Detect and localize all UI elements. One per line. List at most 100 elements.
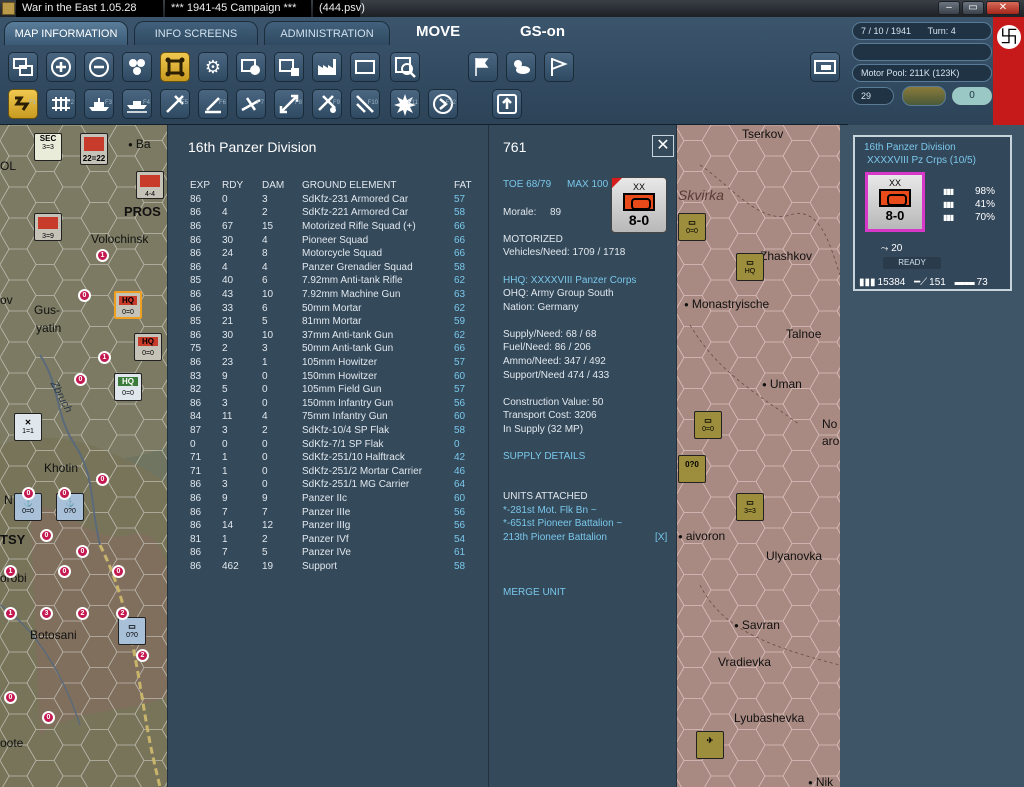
max-value: MAX 100 xyxy=(567,179,609,190)
unit-filter-button[interactable] xyxy=(236,52,266,82)
weather-icon[interactable] xyxy=(506,52,536,82)
amphibious-icon[interactable]: F4 xyxy=(122,89,152,119)
merge-unit-button[interactable]: MERGE UNIT xyxy=(503,587,566,598)
unit-bracket-button[interactable] xyxy=(160,52,190,82)
table-row[interactable]: 86 14 12 Panzer IIIg 56 xyxy=(190,519,484,533)
table-row[interactable]: 82 5 0 105mm Field Gun 57 xyxy=(190,383,484,397)
unit-counter-sec[interactable]: SEC 3=3 xyxy=(34,133,62,161)
table-row[interactable]: 86 7 7 Panzer IIIe 56 xyxy=(190,505,484,519)
gs-mode-label[interactable]: GS-on xyxy=(520,23,565,40)
air-recon-icon[interactable]: F5 xyxy=(160,89,190,119)
factory-icon[interactable] xyxy=(312,52,342,82)
supply-details-link[interactable]: SUPPLY DETAILS xyxy=(503,451,585,462)
zoom-in-button[interactable] xyxy=(46,52,76,82)
unit-counter-blue-3[interactable]: ▭ 0?0 xyxy=(118,617,146,645)
gear-icon[interactable]: ⚙ xyxy=(198,52,228,82)
flag-icon[interactable] xyxy=(544,52,574,82)
hq-counter-selected[interactable]: HQ 0=0 xyxy=(114,291,142,319)
hhq-link[interactable]: HHQ: XXXXVIII Panzer Corps xyxy=(503,275,636,286)
hq-counter[interactable]: HQ 0=0 xyxy=(134,333,162,361)
table-row[interactable]: 71 1 0 SdKfz-251/2 Mortar Carrier 46 xyxy=(190,464,484,478)
counter-outline-button[interactable] xyxy=(350,52,380,82)
minimize-button[interactable]: – xyxy=(938,1,960,15)
terrain-toggle-icon[interactable] xyxy=(902,86,946,106)
table-row[interactable]: 86 0 3 SdKfz-231 Armored Car 57 xyxy=(190,193,484,207)
upload-icon[interactable] xyxy=(492,89,522,119)
close-panel-button[interactable]: ✕ xyxy=(652,135,674,157)
ground-attack-icon[interactable]: F6 xyxy=(198,89,228,119)
bombing-icon[interactable]: F10 xyxy=(350,89,380,119)
ohq-value: OHQ: Army Group South xyxy=(503,288,614,299)
table-row[interactable]: 81 1 2 Panzer IVf 54 xyxy=(190,532,484,546)
table-row[interactable]: 86 33 6 50mm Mortar 62 xyxy=(190,301,484,315)
table-row[interactable]: 86 462 19 Support 58 xyxy=(190,560,484,574)
table-row[interactable]: 86 7 5 Panzer IVe 61 xyxy=(190,546,484,560)
naval-icon[interactable]: F3 xyxy=(84,89,114,119)
cell-rdy: 40 xyxy=(222,275,234,287)
table-row[interactable]: 86 4 2 SdKfz-221 Armored Car 58 xyxy=(190,206,484,220)
zoom-out-button[interactable] xyxy=(84,52,114,82)
unit-counter-olive-4[interactable]: ▭ 3=3 xyxy=(736,493,764,521)
unit-counter-1-1[interactable]: ✕ 1=1 xyxy=(14,413,42,441)
airfield-icon[interactable]: F7 xyxy=(236,89,266,119)
table-row[interactable]: 71 1 0 SdKfz-251/10 Halftrack 42 xyxy=(190,451,484,465)
close-window-button[interactable]: ✕ xyxy=(986,1,1020,15)
toggle-value[interactable]: 0 xyxy=(952,87,992,105)
unit-counter-olive-1[interactable]: ▭ 0=0 xyxy=(678,213,706,241)
tab-map-information[interactable]: MAP INFORMATION xyxy=(4,21,128,45)
unit-counter-22[interactable]: 22=22 xyxy=(80,133,108,165)
attached-unit-2[interactable]: *-651st Pioneer Battalion ~ xyxy=(503,518,622,529)
table-row[interactable]: 75 2 3 50mm Anti-tank Gun 66 xyxy=(190,342,484,356)
table-row[interactable]: 86 30 4 Pioneer Squad 66 xyxy=(190,233,484,247)
table-row[interactable]: 83 9 0 150mm Howitzer 60 xyxy=(190,369,484,383)
air-transfer-icon[interactable]: F8 xyxy=(274,89,304,119)
table-row[interactable]: 86 4 4 Panzer Grenadier Squad 58 xyxy=(190,261,484,275)
hq-counter-light[interactable]: HQ 0=0 xyxy=(114,373,142,401)
table-row[interactable]: 86 24 8 Motorcycle Squad 66 xyxy=(190,247,484,261)
unit-counter-3-9[interactable]: 3=9 xyxy=(34,213,62,241)
table-row[interactable]: 86 23 1 105mm Howitzer 57 xyxy=(190,356,484,370)
paradrop-icon[interactable]: F9 xyxy=(312,89,342,119)
rail-icon[interactable]: F2 xyxy=(46,89,76,119)
unit-card-counter[interactable]: XX 8-0 xyxy=(865,172,925,232)
hq-counter-olive[interactable]: 0?0 xyxy=(678,455,706,483)
explosion-icon[interactable]: F11 xyxy=(390,89,420,119)
cell-rdy: 0 xyxy=(222,438,228,450)
display-icon[interactable] xyxy=(810,52,840,82)
detach-button[interactable]: [X] xyxy=(655,532,667,543)
table-row[interactable]: 85 40 6 7.92mm Anti-tank Rifle 62 xyxy=(190,274,484,288)
next-unit-icon[interactable]: F12 xyxy=(428,89,458,119)
maximize-button[interactable]: ▭ xyxy=(962,1,984,15)
cell-rdy: 3 xyxy=(222,424,228,436)
hex-grid-button[interactable] xyxy=(122,52,152,82)
cell-fat: 57 xyxy=(454,193,466,205)
table-row[interactable]: 86 67 15 Motorized Rifle Squad (+) 66 xyxy=(190,220,484,234)
cell-ground-element: SdKfz-251/1 MG Carrier xyxy=(302,479,410,491)
division-counter[interactable]: XX 8-0 xyxy=(611,177,667,233)
table-row[interactable]: 86 3 0 SdKfz-251/1 MG Carrier 64 xyxy=(190,478,484,492)
move-mode-label[interactable]: MOVE xyxy=(416,23,460,40)
unit-counter-4-4[interactable]: 4-4 xyxy=(136,171,164,199)
table-row[interactable]: 86 43 10 7.92mm Machine Gun 63 xyxy=(190,288,484,302)
table-row[interactable]: 84 11 4 75mm Infantry Gun 60 xyxy=(190,410,484,424)
flag-arrow-icon[interactable] xyxy=(468,52,498,82)
hq-filter-button[interactable] xyxy=(274,52,304,82)
tab-info-screens[interactable]: INFO SCREENS xyxy=(134,21,258,45)
unit-counter-olive-3[interactable]: ▭ 0=0 xyxy=(694,411,722,439)
attached-unit-3[interactable]: 213th Pioneer Battalion xyxy=(503,532,607,543)
attached-unit-1[interactable]: *-281st Mot. Flk Bn ~ xyxy=(503,505,597,516)
table-row[interactable]: 86 3 0 150mm Infantry Gun 56 xyxy=(190,397,484,411)
cell-ground-element: SdKfz-221 Armored Car xyxy=(302,207,409,219)
table-row[interactable]: 85 21 5 81mm Mortar 59 xyxy=(190,315,484,329)
unit-counter-olive-2[interactable]: ▭ HQ xyxy=(736,253,764,281)
table-row[interactable]: 0 0 0 SdKfz-7/1 SP Flak 0 xyxy=(190,437,484,451)
table-row[interactable]: 86 9 9 Panzer IIc 60 xyxy=(190,492,484,506)
unit-counter-olive-5[interactable]: ✈ xyxy=(696,731,724,759)
unit-card[interactable]: 16th Panzer Division XXXXVIII Pz Crps (1… xyxy=(853,135,1012,291)
movement-path-icon[interactable]: F1 xyxy=(8,89,38,119)
tab-administration[interactable]: ADMINISTRATION xyxy=(264,21,390,45)
search-unit-icon[interactable] xyxy=(390,52,420,82)
windows-button[interactable] xyxy=(8,52,38,82)
table-row[interactable]: 86 30 10 37mm Anti-tank Gun 62 xyxy=(190,329,484,343)
table-row[interactable]: 87 3 2 SdKfz-10/4 SP Flak 58 xyxy=(190,424,484,438)
